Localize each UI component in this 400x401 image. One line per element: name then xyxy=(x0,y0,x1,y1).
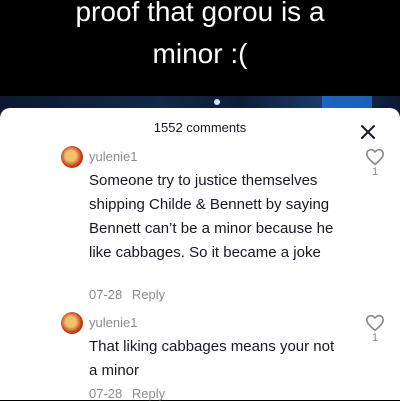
like-count: 1 xyxy=(371,166,379,178)
caption-line-1: proof that gorou is a xyxy=(75,0,325,27)
comment-text: That liking cabbages means your not a mi… xyxy=(89,338,335,379)
video-light xyxy=(214,99,220,105)
caption-line-2: minor :( xyxy=(152,38,248,69)
like-count: 1 xyxy=(371,332,379,344)
comment-date: 07-28 xyxy=(89,287,123,302)
close-icon[interactable] xyxy=(358,122,378,142)
comment-meta: 07-28 Reply xyxy=(89,287,165,302)
comment-username[interactable]: yulenie1 xyxy=(89,315,137,330)
heart-outline-icon[interactable] xyxy=(365,314,385,332)
avatar[interactable] xyxy=(61,146,83,168)
comment-meta: 07-28 Reply xyxy=(89,386,165,401)
comments-sheet: 1552 comments yulenie1 Someone try to ju… xyxy=(0,108,400,401)
heart-outline-icon[interactable] xyxy=(365,148,385,166)
comment-count: 1552 comments xyxy=(153,120,247,135)
avatar[interactable] xyxy=(61,312,83,334)
comment-text: Someone try to justice themselves shippi… xyxy=(89,172,334,261)
video-caption: proof that gorou is a minor :( xyxy=(0,0,400,98)
reply-button[interactable]: Reply xyxy=(132,287,165,302)
comment-username[interactable]: yulenie1 xyxy=(89,149,137,164)
reply-button[interactable]: Reply xyxy=(132,386,165,401)
comment-date: 07-28 xyxy=(89,386,123,401)
